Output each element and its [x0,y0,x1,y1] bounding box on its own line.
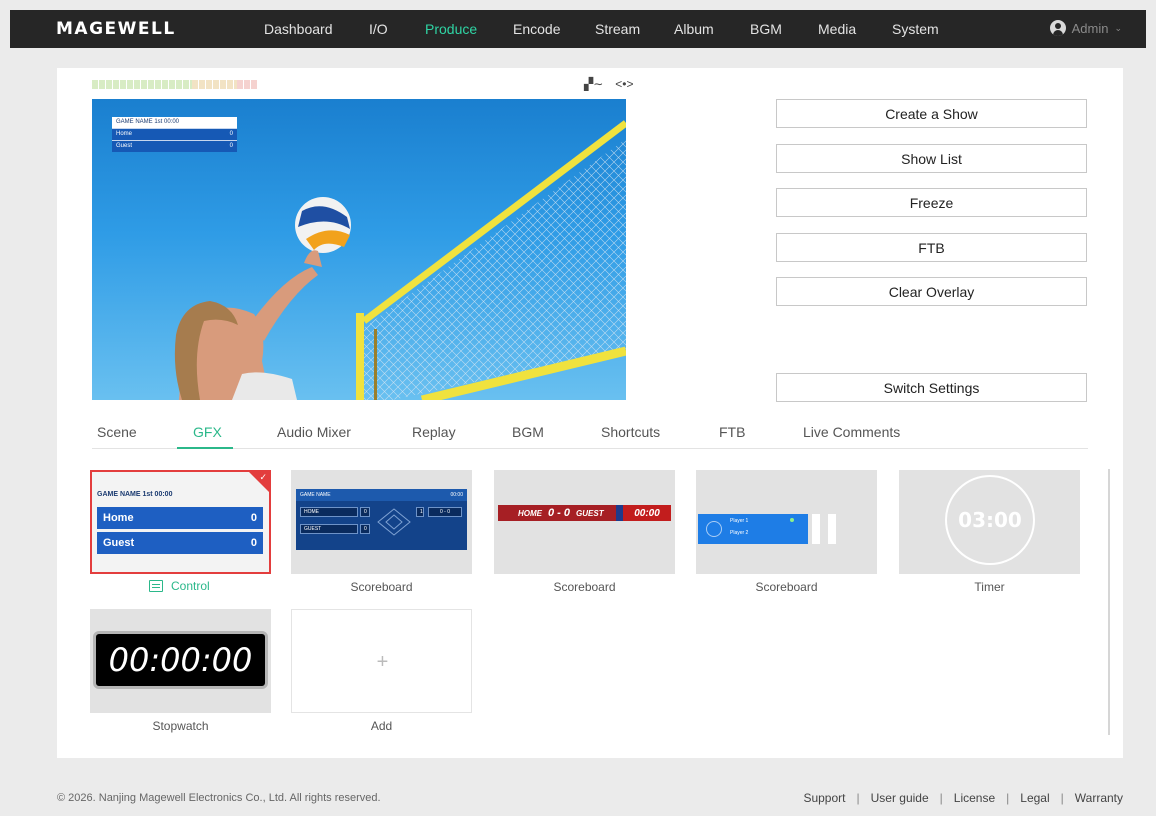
card6-label: Stopwatch [152,719,209,733]
tab-live-comments[interactable]: Live Comments [803,424,900,440]
card5-label: Timer [974,580,1005,594]
card2-home: HOME [300,507,358,517]
card3-label: Scoreboard [553,580,616,594]
footer-links: Support | User guide | License | Legal |… [803,791,1123,805]
tab-gfx[interactable]: GFX [193,424,222,440]
card5-time: 03:00 [945,475,1035,565]
card2-label: Scoreboard [350,580,413,594]
nav-dashboard[interactable]: Dashboard [264,21,333,37]
card1-home-row: Home 0 [97,507,263,529]
gfx-scrollbar[interactable] [1108,469,1110,735]
freeze-button[interactable]: Freeze [776,188,1087,217]
produce-panel: ▞∼ <•> GAME NAME 1st 00:00 Home 0 Guest … [57,68,1123,758]
card4-label: Scoreboard [755,580,818,594]
scoreboard-3-thumbnail: HOME 0 - 0 GUEST 00:00 [498,505,671,521]
preview-home-row: Home 0 [112,128,237,140]
card3-time: 00:00 [623,505,671,521]
nav-encode[interactable]: Encode [513,21,560,37]
card4-player2: Player 2 [730,530,749,536]
gfx-card-add[interactable]: + [291,609,472,713]
card2-time: 00:00 [450,492,463,498]
gfx-card-scoreboard-4[interactable]: Player 1 Player 2 [696,470,877,574]
chevron-down-icon: ⌄ [1114,22,1122,33]
footer-link-legal[interactable]: Legal [1020,791,1049,805]
tab-audio-mixer[interactable]: Audio Mixer [277,424,351,440]
tab-ftb[interactable]: FTB [719,424,745,440]
copyright-text: © 2026. Nanjing Magewell Electronics Co.… [57,792,381,804]
footer-link-user-guide[interactable]: User guide [871,791,929,805]
nav-produce[interactable]: Produce [425,21,477,37]
switch-settings-button[interactable]: Switch Settings [776,373,1087,402]
preview-guest-row: Guest 0 [112,140,237,152]
preview-controls: ▞∼ <•> [584,77,634,91]
control-link[interactable]: Control [149,579,210,593]
nav-system[interactable]: System [892,21,939,37]
card1-title: GAME NAME 1st 00:00 [97,491,173,498]
footer-link-support[interactable]: Support [803,791,845,805]
user-avatar-icon [1049,20,1066,36]
nav-io[interactable]: I/O [369,21,388,37]
program-preview: GAME NAME 1st 00:00 Home 0 Guest 0 [92,99,626,400]
audio-level-meter [92,80,257,89]
card2-period: 1 [416,507,424,517]
gfx-card-scoreboard-3[interactable]: HOME 0 - 0 GUEST 00:00 [494,470,675,574]
audio-toggle-icon[interactable]: ▞∼ [584,77,603,91]
card2-count: 0 - 0 [428,507,462,517]
ftb-button[interactable]: FTB [776,233,1087,262]
card2-home-score: 0 [360,507,370,517]
gfx-card-stopwatch[interactable]: 00:00:00 [90,609,271,713]
tab-replay[interactable]: Replay [412,424,456,440]
user-menu[interactable]: Admin ⌄ [1049,20,1122,36]
user-name: Admin [1071,20,1109,36]
nav-media[interactable]: Media [818,21,856,37]
card3-home: HOME [518,508,542,518]
scoreboard-2-thumbnail: GAME NAME 00:00 HOME 0 GUEST 0 1 0 - 0 [296,489,467,550]
card7-label: Add [370,719,393,733]
preview-score-overlay: GAME NAME 1st 00:00 Home 0 Guest 0 [112,117,237,152]
card1-guest-row: Guest 0 [97,532,263,554]
active-tab-indicator [177,447,233,449]
control-label: Control [171,579,210,593]
nav-album[interactable]: Album [674,21,714,37]
top-navigation-bar: MAGEWELL Dashboard I/O Produce Encode St… [10,10,1146,48]
footer-link-license[interactable]: License [954,791,995,805]
gfx-card-scoreboard-2[interactable]: GAME NAME 00:00 HOME 0 GUEST 0 1 0 - 0 [291,470,472,574]
gfx-card-scoreboard-selected[interactable]: ✓ GAME NAME 1st 00:00 Home 0 Guest 0 [90,470,271,574]
preview-score-title: GAME NAME 1st 00:00 [112,117,237,128]
card3-guest: GUEST [576,508,604,518]
card2-guest-score: 0 [360,524,370,534]
card4-player1: Player 1 [730,518,749,524]
magewell-logo[interactable]: MAGEWELL [56,19,176,39]
tab-scene[interactable]: Scene [97,424,137,440]
card2-guest: GUEST [300,524,358,534]
sliders-icon [149,580,163,592]
expand-icon[interactable]: <•> [615,77,633,91]
team-logo-icon [706,521,722,537]
nav-stream[interactable]: Stream [595,21,640,37]
diamond-icon [377,508,411,536]
scoreboard-4-thumbnail: Player 1 Player 2 [698,514,808,544]
footer-link-warranty[interactable]: Warranty [1075,791,1123,805]
clear-overlay-button[interactable]: Clear Overlay [776,277,1087,306]
tab-shortcuts[interactable]: Shortcuts [601,424,660,440]
tabs-divider [92,448,1088,449]
card2-title: GAME NAME [300,492,331,498]
plus-icon: + [376,650,389,673]
show-list-button[interactable]: Show List [776,144,1087,173]
card3-score: 0 - 0 [548,507,571,519]
tab-bgm[interactable]: BGM [512,424,544,440]
gfx-card-timer[interactable]: 03:00 [899,470,1080,574]
check-icon: ✓ [259,472,267,482]
nav-bgm[interactable]: BGM [750,21,782,37]
card6-time: 00:00:00 [93,631,268,689]
create-show-button[interactable]: Create a Show [776,99,1087,128]
